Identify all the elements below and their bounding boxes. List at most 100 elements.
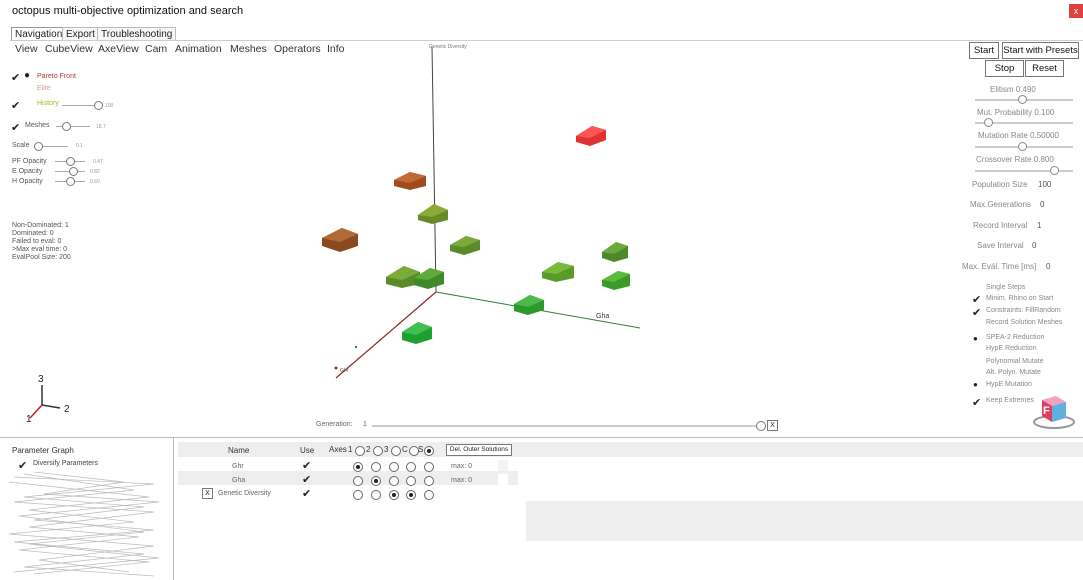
constraints-check-icon[interactable]: ✔ [972,306,981,319]
row-ghr-radio-1[interactable] [353,462,363,472]
option-hype-reduction[interactable]: HypE Reduction [986,345,1037,352]
axis-x-label: Gha [596,313,610,320]
window-title: octopus multi-objective optimization and… [12,5,244,17]
bottom-divider [0,437,1083,438]
row-gd-radio-c[interactable] [406,490,416,500]
generation-label: Generation: [316,421,353,428]
option-poly-mutate[interactable]: Polynomial Mutate [986,358,1044,365]
record-interval-label: Record Interval [973,221,1028,230]
max-eval-value[interactable]: 0 [1046,262,1050,271]
diversify-check-icon[interactable]: ✔ [18,459,27,472]
max-gen-value[interactable]: 0 [1040,200,1044,209]
option-alt-poly[interactable]: Alt. Polyn. Mutate [986,369,1041,376]
generation-slider[interactable] [372,425,756,427]
row-gha-radio-c[interactable] [406,476,416,486]
save-interval-value[interactable]: 0 [1032,241,1036,250]
axes-label-s: S [418,445,424,454]
tab-export[interactable]: Export [62,27,99,41]
spea-dot-icon[interactable]: ● [973,334,978,343]
row-ghr-name: Ghr [232,463,244,470]
row-gha-max-input[interactable] [498,474,508,485]
row-gd-radio-3[interactable] [389,490,399,500]
row-gd-remove-box[interactable]: X [202,488,213,499]
tab-navigation[interactable]: Navigation [11,27,67,41]
solution-mesh[interactable] [450,236,480,255]
elitism-label: Elitism 0.490 [990,85,1036,94]
row-gha-use-check-icon[interactable]: ✔ [302,473,311,486]
row-ghr-radio-c[interactable] [406,462,416,472]
crossover-knob[interactable] [1050,166,1059,175]
solution-mesh[interactable] [576,126,606,146]
keep-extremes-check-icon[interactable]: ✔ [972,396,981,409]
axis-y-line [431,45,437,293]
axes-label-1: 1 [348,445,353,454]
table-empty-band [526,501,1083,541]
gizmo-label-2: 2 [64,404,70,415]
mut-rate-knob[interactable] [1018,142,1027,151]
option-record-meshes[interactable]: Record Solution Meshes [986,319,1062,326]
axes-radio-2[interactable] [373,446,383,456]
option-hype-mutation[interactable]: HypE Mutation [986,381,1032,388]
start-button[interactable]: Start [969,42,999,59]
row-ghr-max: max: 0 [451,463,473,470]
col-name-header: Name [228,446,250,455]
mut-rate-label: Mutation Rate 0.50000 [978,131,1059,140]
hype-mut-dot-icon[interactable]: ● [973,380,978,389]
row-gha-radio-2[interactable] [371,476,381,486]
row-ghr-use-check-icon[interactable]: ✔ [302,459,311,472]
mut-prob-knob[interactable] [984,118,993,127]
option-constraints[interactable]: Constraints: FillRandom [986,307,1061,314]
tab-troubleshooting[interactable]: Troubleshooting [97,27,177,41]
solution-mesh[interactable] [514,295,544,315]
minim-check-icon[interactable]: ✔ [972,293,981,306]
parameter-graph [8,472,160,577]
row-gha-radio-3[interactable] [389,476,399,486]
col-axes-header: Axes [329,445,347,454]
record-interval-value[interactable]: 1 [1037,221,1041,230]
row-gd-radio-1[interactable] [353,490,363,500]
start-presets-button[interactable]: Start with Presets [1002,42,1079,59]
close-button[interactable]: x [1069,4,1083,18]
option-minim-rhino[interactable]: Minim. Rhino on Start [986,295,1053,302]
axes-radio-3[interactable] [391,446,401,456]
solution-mesh[interactable] [414,268,444,289]
generation-close-box[interactable]: X [767,420,778,431]
row-gha-radio-s[interactable] [424,476,434,486]
row-gd-radio-s[interactable] [424,490,434,500]
diversify-label[interactable]: Diversify Parameters [33,460,98,467]
axes-radio-s[interactable] [424,446,434,456]
option-spea2[interactable]: SPEA-2 Reduction [986,334,1044,341]
elitism-knob[interactable] [1018,95,1027,104]
solution-mesh[interactable] [418,204,448,224]
solution-mesh[interactable] [402,322,432,344]
option-single-steps[interactable]: Single Steps [986,284,1025,291]
axis-y-label: Genetic Diversity [429,44,467,50]
row-gd-radio-2[interactable] [371,490,381,500]
row-gha-radio-1[interactable] [353,476,363,486]
row-ghr-radio-2[interactable] [371,462,381,472]
generation-slider-knob[interactable] [756,421,766,431]
row-ghr-max-input[interactable] [498,460,508,471]
row-ghr-radio-s[interactable] [424,462,434,472]
solution-mesh[interactable] [602,242,628,262]
param-graph-title: Parameter Graph [12,446,74,455]
max-eval-label: Max. Evál. Time [ms] [962,262,1037,271]
solution-mesh[interactable] [322,228,358,252]
row-ghr-radio-3[interactable] [389,462,399,472]
axes-radio-1[interactable] [355,446,365,456]
solution-mesh[interactable] [602,271,630,290]
population-value[interactable]: 100 [1038,180,1051,189]
viewport-3d[interactable] [0,40,960,437]
solution-mesh[interactable] [394,172,426,190]
crossover-label: Crossover Rate 0.800 [976,155,1054,164]
del-outer-solutions-button[interactable]: Del. Outer Solutions [446,444,512,456]
solution-mesh[interactable] [542,262,574,282]
bottom-vsep [173,437,174,580]
option-keep-extremes[interactable]: Keep Extremes [986,397,1034,404]
stop-button[interactable]: Stop [985,60,1024,77]
reset-button[interactable]: Reset [1025,60,1064,77]
axis-z-dot [334,366,338,370]
population-label: Population Size [972,180,1028,189]
row-gd-use-check-icon[interactable]: ✔ [302,487,311,500]
mut-prob-label: Mut. Probability 0.100 [977,108,1055,117]
